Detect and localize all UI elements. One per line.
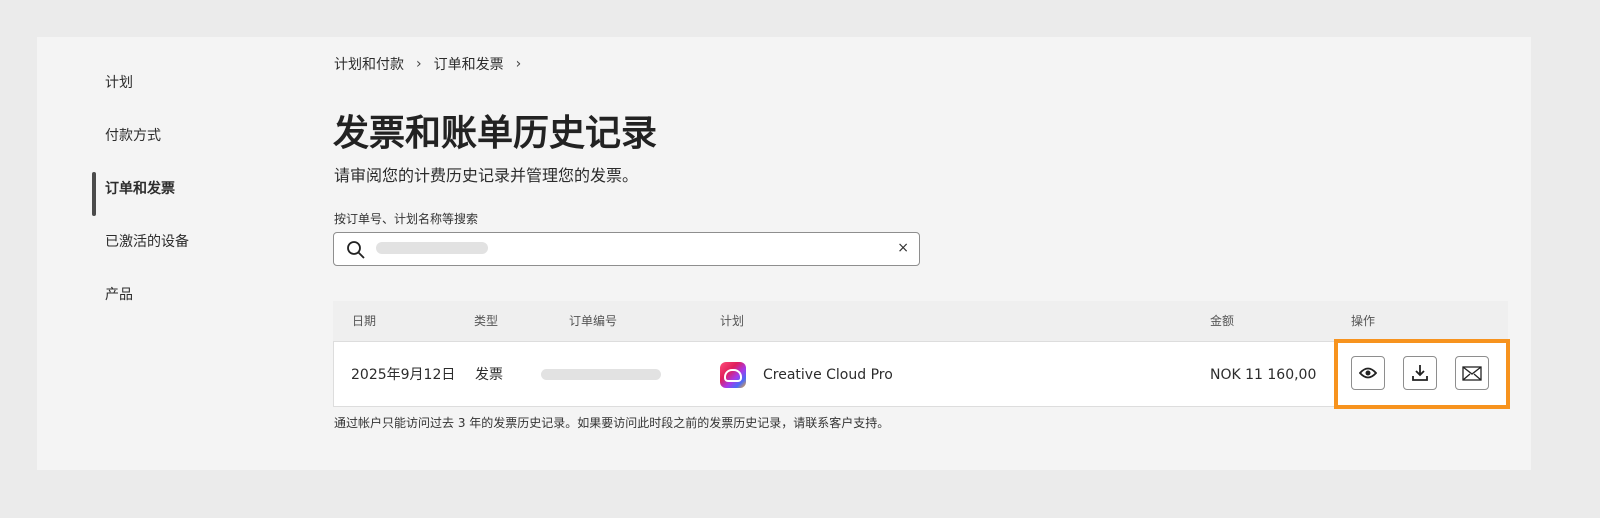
header-actions: 操作 [1351,314,1376,328]
redacted-order-number [541,369,661,380]
mail-icon [1462,365,1482,381]
view-invoice-button[interactable] [1351,356,1385,390]
page-title: 发票和账单历史记录 [333,113,658,154]
header-plan: 计划 [720,314,745,328]
history-note: 通过帐户只能访问过去 3 年的发票历史记录。如果要访问此时段之前的发票历史记录，… [334,416,890,430]
sidebar-item-payment[interactable]: 付款方式 [92,123,189,176]
chevron-right-icon: › [515,56,522,72]
chevron-right-icon: › [416,56,422,72]
sidebar-item-devices[interactable]: 已激活的设备 [92,229,189,282]
header-amount: 金额 [1210,314,1235,328]
clear-search-button[interactable]: × [897,240,909,256]
header-type: 类型 [474,314,499,328]
table-row: 2025年9月12日 发票 Creative Cloud Pro NOK 11 … [333,341,1508,407]
search-icon [347,241,365,259]
header-order: 订单编号 [569,314,618,328]
redacted-search-value [376,242,488,254]
breadcrumb-orders[interactable]: 订单和发票 [434,54,504,74]
sidebar-item-orders[interactable]: 订单和发票 [92,172,189,229]
breadcrumb-plans[interactable]: 计划和付款 [334,54,404,74]
sidebar-item-products[interactable]: 产品 [92,282,189,335]
breadcrumb: 计划和付款 › 订单和发票 › [334,54,521,74]
row-type: 发票 [475,367,503,383]
page-subtitle: 请审阅您的计费历史记录并管理您的发票。 [334,166,639,185]
search-input[interactable]: × [333,232,920,266]
row-plan: Creative Cloud Pro [763,367,893,383]
download-invoice-button[interactable] [1403,356,1437,390]
row-amount: NOK 11 160,00 [1210,367,1317,383]
search-label: 按订单号、计划名称等搜索 [334,212,479,226]
table-header: 日期 类型 订单编号 计划 金额 操作 [333,301,1508,341]
eye-icon [1359,367,1377,379]
header-date: 日期 [352,314,377,328]
sidebar-item-plans[interactable]: 计划 [92,70,189,123]
email-invoice-button[interactable] [1455,356,1489,390]
row-date: 2025年9月12日 [351,367,456,383]
creative-cloud-icon [720,362,746,388]
sidebar: 计划 付款方式 订单和发票 已激活的设备 产品 [92,70,189,335]
download-icon [1412,365,1428,381]
